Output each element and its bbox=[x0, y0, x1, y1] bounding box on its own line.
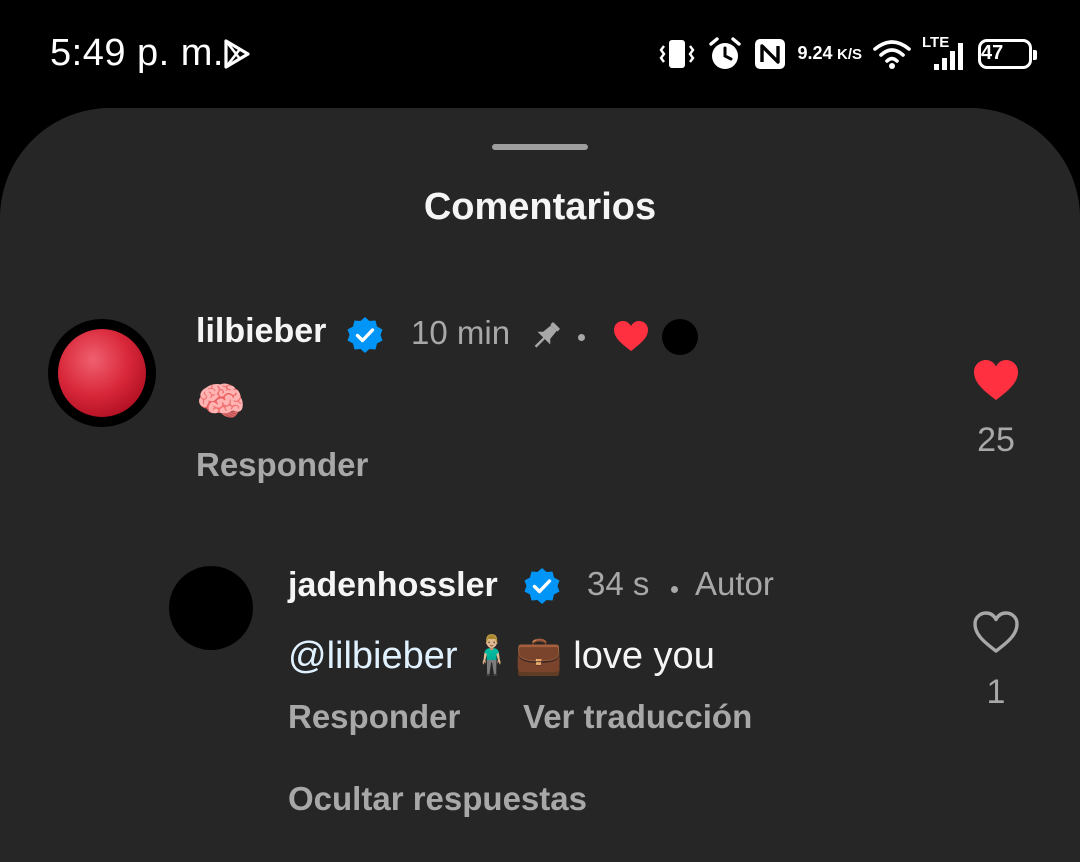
vibrate-icon bbox=[659, 40, 695, 68]
avatar[interactable] bbox=[169, 566, 253, 650]
verified-badge-icon bbox=[524, 568, 560, 604]
comment-body: 🧍🏼‍♂️💼 love you bbox=[457, 635, 715, 677]
play-store-icon bbox=[224, 39, 250, 69]
separator-dot bbox=[671, 586, 678, 593]
comment-time: 10 min bbox=[411, 314, 511, 351]
alarm-icon bbox=[709, 37, 742, 69]
net-speed: 9.24 K/S bbox=[797, 43, 862, 63]
status-time: 5:49 p. m. bbox=[50, 32, 224, 74]
sheet-title: Comentarios bbox=[423, 186, 657, 228]
translate-button[interactable]: Ver traducción bbox=[523, 698, 752, 736]
wifi-icon bbox=[873, 40, 911, 69]
net-speed-value: 9.24 bbox=[797, 43, 833, 63]
like-heart-icon[interactable] bbox=[971, 357, 1021, 403]
comment-text: 🧠 bbox=[196, 380, 246, 424]
like-heart-outline-icon[interactable] bbox=[971, 609, 1021, 655]
like-count: 25 bbox=[977, 421, 1015, 459]
drag-handle[interactable] bbox=[492, 144, 588, 150]
battery-icon: 47 bbox=[978, 39, 1037, 69]
author-label: Autor bbox=[695, 565, 774, 602]
comment-username[interactable]: lilbieber bbox=[196, 312, 326, 351]
comment-username[interactable]: jadenhossler bbox=[288, 566, 498, 605]
comments-sheet: Comentarios lilbieber 10 min 🧠 Responder bbox=[0, 108, 1080, 862]
verified-badge-icon bbox=[347, 317, 383, 353]
status-icons: 9.24 K/S LTE 47 bbox=[657, 32, 1037, 76]
comment-time: 34 s bbox=[587, 565, 650, 602]
avatar[interactable] bbox=[48, 319, 156, 427]
separator-dot bbox=[578, 334, 585, 341]
author-liked-heart-icon bbox=[614, 321, 648, 351]
net-speed-unit: K/S bbox=[836, 46, 862, 63]
reply-button[interactable]: Responder bbox=[196, 446, 368, 484]
mention-link[interactable]: @lilbieber bbox=[288, 635, 458, 677]
pin-icon bbox=[534, 322, 560, 348]
avatar-image bbox=[58, 329, 146, 417]
hide-replies-button[interactable]: Ocultar respuestas bbox=[288, 780, 587, 818]
author-avatar-mini bbox=[662, 319, 698, 355]
nfc-icon bbox=[755, 39, 786, 69]
like-count: 1 bbox=[986, 673, 1006, 711]
reply-button[interactable]: Responder bbox=[288, 698, 460, 736]
battery-level: 47 bbox=[981, 42, 1004, 64]
comment-text: @lilbieber 🧍🏼‍♂️💼 love you bbox=[288, 634, 715, 678]
status-bar: 5:49 p. m. 9.24 K/S LTE 47 bbox=[0, 0, 1080, 108]
signal-icon: LTE bbox=[922, 34, 968, 74]
